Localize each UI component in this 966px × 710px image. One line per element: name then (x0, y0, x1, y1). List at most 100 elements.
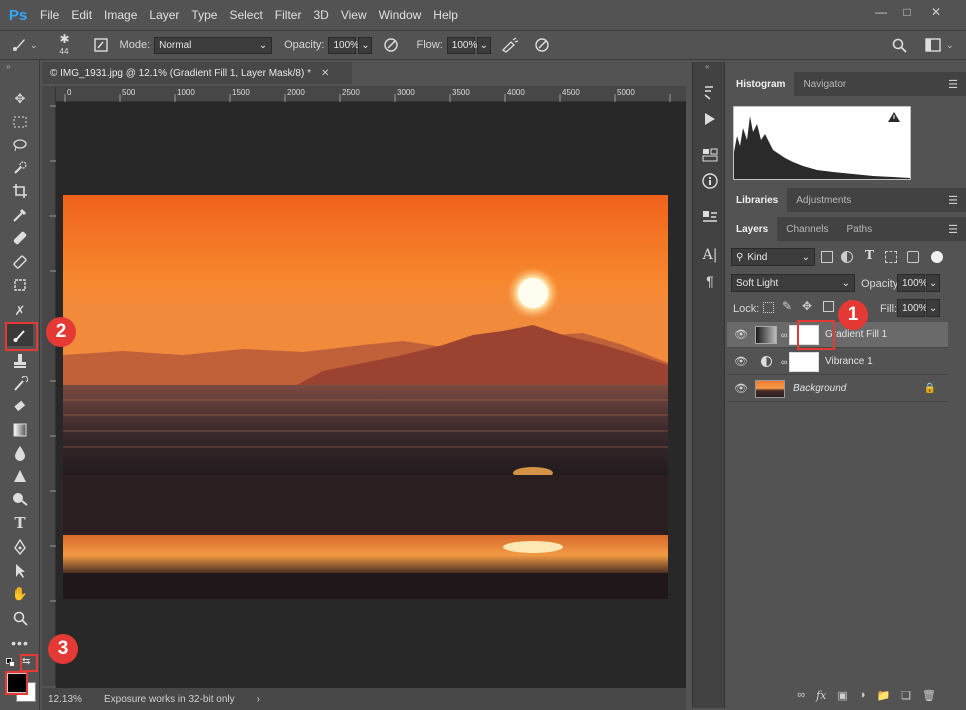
layer-filter-select[interactable]: ⚲ Kind ⌄ (731, 248, 815, 266)
tool-preset-icon[interactable] (8, 34, 30, 56)
tab-channels[interactable]: Channels (777, 217, 837, 241)
layer-mask-thumbnail[interactable] (789, 351, 819, 372)
glyphs-panel-icon[interactable] (699, 206, 721, 228)
zoom-tool-icon[interactable] (7, 607, 33, 629)
adjustment-filter-icon[interactable] (841, 251, 853, 263)
actions-panel-icon[interactable] (699, 108, 721, 130)
close-document-icon[interactable]: ✕ (321, 68, 329, 79)
menu-file[interactable]: File (40, 8, 59, 22)
background-thumbnail[interactable] (755, 379, 785, 398)
delete-layer-icon[interactable]: 🗑 (922, 689, 936, 702)
lock-position-icon[interactable]: ✥ (802, 299, 812, 313)
close-icon[interactable]: ✕ (925, 4, 947, 20)
menu-select[interactable]: Select (229, 8, 262, 22)
visibility-eye-icon[interactable]: 👁 (727, 328, 755, 341)
character-panel-icon[interactable]: A| (699, 244, 721, 266)
paragraph-panel-icon[interactable]: ¶ (699, 270, 721, 292)
hand-tool-icon[interactable]: ✋ (7, 583, 33, 605)
menu-layer[interactable]: Layer (149, 8, 179, 22)
maximize-icon[interactable]: □ (896, 4, 918, 20)
document-tab[interactable]: © IMG_1931.jpg @ 12.1% (Gradient Fill 1,… (42, 62, 352, 84)
type-filter-icon[interactable]: T (865, 248, 874, 262)
tab-paths[interactable]: Paths (838, 217, 882, 241)
panel-menu-icon[interactable]: ☰ (948, 78, 958, 91)
patch-tool-icon[interactable] (7, 274, 33, 296)
more-tools-icon[interactable]: ••• (7, 632, 33, 654)
new-layer-icon[interactable]: ❏ (901, 689, 911, 702)
layer-row-vibrance[interactable]: 👁 ∞ Vibrance 1 (727, 349, 948, 375)
chevron-down-icon[interactable]: ⌄ (946, 40, 954, 51)
fill-input[interactable]: 100% (897, 299, 928, 317)
crop-tool-icon[interactable] (7, 180, 33, 202)
link-layers-icon[interactable]: ∞ (797, 689, 805, 701)
lock-artboard-icon[interactable] (823, 301, 834, 312)
layer-opacity-dropdown[interactable]: ⌄ (926, 274, 940, 292)
document-image[interactable] (63, 195, 668, 599)
collapse-arrows-icon[interactable]: » (6, 62, 10, 71)
blur-tool-icon[interactable] (7, 442, 33, 464)
menu-window[interactable]: Window (379, 8, 422, 22)
menu-filter[interactable]: Filter (275, 8, 302, 22)
shape-filter-icon[interactable] (885, 251, 897, 263)
brush-size-picker[interactable]: ✱ 44 (54, 32, 84, 58)
menu-view[interactable]: View (341, 8, 367, 22)
add-mask-icon[interactable]: ▣ (837, 689, 847, 702)
fx-icon[interactable]: fx (816, 689, 826, 702)
quick-select-tool-icon[interactable] (7, 157, 33, 179)
pixel-filter-icon[interactable] (821, 251, 833, 263)
history-panel-icon[interactable] (699, 82, 721, 104)
minimize-icon[interactable]: — (870, 4, 892, 20)
tab-histogram[interactable]: Histogram (727, 72, 795, 96)
layer-row-gradient-fill[interactable]: 👁 ∞ Gradient Fill 1 (727, 322, 948, 348)
history-brush-tool-icon[interactable] (7, 373, 33, 395)
vertical-ruler[interactable] (42, 86, 56, 686)
move-tool-icon[interactable]: ✥ (7, 88, 33, 110)
tab-navigator[interactable]: Navigator (794, 72, 855, 96)
menu-3d[interactable]: 3D (313, 8, 328, 22)
layer-row-background[interactable]: 👁 Background 🔒 (727, 376, 948, 402)
tab-libraries[interactable]: Libraries (727, 188, 788, 212)
brush-tool-icon[interactable] (7, 251, 33, 273)
lock-icon[interactable]: 🔒 (924, 383, 936, 394)
horizontal-ruler[interactable]: 0 500 1000 1500 2000 2500 3000 3500 4000… (56, 86, 686, 102)
search-icon[interactable] (888, 34, 910, 56)
new-group-icon[interactable]: 📁 (876, 689, 890, 702)
gradient-fill-thumbnail[interactable] (755, 325, 777, 344)
info-panel-icon[interactable] (699, 170, 721, 192)
eraser-tool-icon[interactable] (7, 396, 33, 418)
panel-menu-icon[interactable]: ☰ (948, 194, 958, 207)
chevron-right-icon[interactable]: › (257, 694, 260, 705)
pen-tool-icon[interactable] (7, 536, 33, 558)
clone-stamp-tool-icon[interactable] (7, 350, 33, 372)
mode-select[interactable]: Normal ⌄ (154, 36, 273, 54)
workspace-icon[interactable] (922, 34, 944, 56)
menu-help[interactable]: Help (433, 8, 458, 22)
chevron-down-icon[interactable]: ⌄ (30, 40, 38, 51)
menu-type[interactable]: Type (191, 8, 217, 22)
gradient-tool-icon[interactable] (7, 419, 33, 441)
panel-menu-icon[interactable]: ☰ (948, 223, 958, 236)
lock-pixels-icon[interactable]: ✎ (782, 299, 792, 313)
dodge-tool-icon[interactable] (7, 488, 33, 510)
properties-panel-icon[interactable] (699, 144, 721, 166)
path-selection-tool-icon[interactable] (7, 560, 33, 582)
lock-transparency-icon[interactable] (763, 302, 774, 313)
pressure-opacity-icon[interactable] (380, 34, 402, 56)
zoom-level[interactable]: 12.13% (48, 694, 100, 705)
visibility-eye-icon[interactable]: 👁 (727, 382, 755, 395)
new-adjustment-icon[interactable]: ◑ (859, 689, 866, 701)
visibility-eye-icon[interactable]: 👁 (727, 355, 755, 368)
type-tool-icon[interactable]: T (7, 512, 33, 534)
smart-object-filter-icon[interactable] (907, 251, 919, 263)
flow-dropdown[interactable]: ⌄ (476, 36, 491, 54)
opacity-dropdown[interactable]: ⌄ (358, 36, 373, 54)
filter-toggle-icon[interactable] (931, 251, 943, 263)
adjustment-layer-icon[interactable] (755, 353, 777, 371)
default-colors-icon[interactable] (6, 658, 16, 668)
tab-adjustments[interactable]: Adjustments (787, 188, 860, 212)
menu-image[interactable]: Image (104, 8, 137, 22)
fill-dropdown[interactable]: ⌄ (926, 299, 940, 317)
menu-edit[interactable]: Edit (71, 8, 92, 22)
tab-layers[interactable]: Layers (727, 217, 778, 241)
airbrush-icon[interactable] (499, 34, 521, 56)
